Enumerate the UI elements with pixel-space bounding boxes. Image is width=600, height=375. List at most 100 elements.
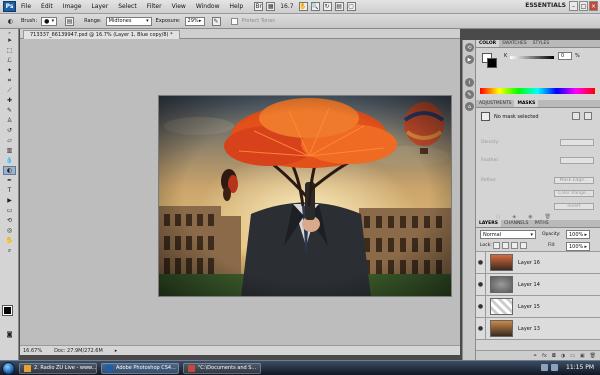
screen-mode-icon[interactable]: ▢ — [346, 2, 356, 11]
menu-view[interactable]: View — [167, 0, 191, 14]
clone-stamp-tool-icon[interactable]: ♙ — [3, 116, 16, 125]
tools-collapse-icon[interactable]: » — [3, 30, 16, 35]
history-panel-icon[interactable]: ⟲ — [465, 43, 474, 52]
blend-mode-select[interactable]: Normal ▾ — [480, 230, 536, 239]
move-tool-icon[interactable]: ➤ — [3, 36, 16, 45]
delete-mask-icon[interactable]: 🗑 — [545, 214, 551, 220]
artwork-image[interactable] — [158, 95, 452, 297]
pixel-mask-icon[interactable] — [572, 112, 580, 120]
menu-file[interactable]: File — [16, 0, 36, 14]
visibility-eye-icon[interactable]: ● — [476, 274, 486, 295]
feather-field[interactable] — [560, 157, 594, 164]
clone-source-panel-icon[interactable]: ⌂ — [465, 102, 474, 111]
blur-tool-icon[interactable]: 💧 — [3, 156, 16, 165]
status-zoom[interactable]: 16.67% — [23, 348, 42, 354]
document-tab[interactable]: 713337_66139947.psd @ 16.7% (Layer 1, Bl… — [23, 30, 180, 39]
eyedropper-tool-icon[interactable]: ⟋ — [3, 86, 16, 95]
actions-panel-icon[interactable]: ▶ — [465, 55, 474, 64]
mask-edge-button[interactable]: Mask Edge... — [554, 177, 594, 184]
menu-help[interactable]: Help — [225, 0, 249, 14]
menu-layer[interactable]: Layer — [86, 0, 113, 14]
menu-edit[interactable]: Edit — [36, 0, 58, 14]
menu-filter[interactable]: Filter — [142, 0, 167, 14]
visibility-eye-icon[interactable]: ● — [476, 296, 486, 317]
lock-all-icon[interactable] — [520, 242, 527, 249]
3d-camera-tool-icon[interactable]: ◎ — [3, 226, 16, 235]
opacity-field[interactable]: 100% ▸ — [566, 230, 590, 239]
brushes-panel-icon[interactable]: ✎ — [465, 90, 474, 99]
zoom-level[interactable]: 16.7 — [280, 3, 293, 10]
new-group-icon[interactable]: ▭ — [570, 353, 575, 359]
hand-tool-icon[interactable]: ✋ — [3, 236, 16, 245]
density-field[interactable] — [560, 139, 594, 146]
lock-transparent-icon[interactable] — [493, 242, 500, 249]
tab-channels[interactable]: CHANNELS — [501, 220, 532, 227]
dodge-tool-icon[interactable]: ◐ — [3, 166, 16, 175]
add-mask-icon[interactable]: ◘ — [552, 353, 556, 359]
fill-field[interactable]: 100% ▸ — [566, 242, 590, 251]
color-panel-background[interactable] — [487, 58, 497, 68]
gradient-tool-icon[interactable]: ▥ — [3, 146, 16, 155]
link-layers-icon[interactable]: ⚭ — [533, 353, 537, 359]
foreground-color-swatch[interactable] — [2, 305, 13, 316]
view-extras-icon[interactable]: ▦ — [266, 2, 276, 11]
canvas-area[interactable] — [20, 39, 460, 345]
k-slider[interactable] — [510, 56, 554, 59]
info-panel-icon[interactable]: i — [465, 78, 474, 87]
range-select[interactable]: Midtones ▾ — [105, 16, 152, 26]
color-range-button[interactable]: Color Range... — [554, 190, 594, 197]
crop-tool-icon[interactable]: ⌗ — [3, 76, 16, 85]
lasso-tool-icon[interactable]: ℒ — [3, 56, 16, 65]
disable-mask-icon[interactable]: ◉ — [528, 214, 532, 220]
tab-adjustments[interactable]: ADJUSTMENTS — [476, 100, 514, 107]
taskbar-item-radio[interactable]: 2. Radio ZU Live - www... — [19, 362, 97, 374]
marquee-tool-icon[interactable]: ⬚ — [3, 46, 16, 55]
zoom-tool-icon[interactable]: 🔍 — [310, 2, 320, 11]
clock[interactable]: 11:15 PM — [566, 364, 594, 371]
load-selection-icon[interactable]: ◌ — [496, 214, 500, 220]
layer-row[interactable]: ● Layer 13 — [476, 318, 600, 340]
workspace-switcher[interactable]: ESSENTIALS — [525, 2, 566, 9]
menu-window[interactable]: Window — [191, 0, 225, 14]
bridge-icon[interactable]: Br — [254, 2, 264, 11]
minimize-button[interactable]: – — [569, 1, 578, 11]
menu-image[interactable]: Image — [58, 0, 87, 14]
k-value-field[interactable]: 0 — [558, 52, 572, 60]
tab-masks[interactable]: MASKS — [514, 100, 539, 107]
airbrush-icon[interactable]: ✎ — [211, 16, 221, 26]
lock-pixels-icon[interactable] — [502, 242, 509, 249]
color-ramp[interactable] — [480, 88, 595, 94]
eraser-tool-icon[interactable]: ▱ — [3, 136, 16, 145]
brush-picker[interactable]: ● ▾ — [41, 16, 58, 26]
volume-icon[interactable] — [551, 364, 558, 371]
taskbar-item-explorer[interactable]: "C:\Documents and S... — [183, 362, 261, 374]
start-button[interactable] — [2, 361, 15, 375]
brush-tool-icon[interactable]: ✎ — [3, 106, 16, 115]
tab-layers[interactable]: LAYERS — [476, 220, 501, 227]
menu-select[interactable]: Select — [113, 0, 142, 14]
protect-tones-checkbox[interactable] — [230, 17, 238, 25]
shape-tool-icon[interactable]: ▭ — [3, 206, 16, 215]
network-icon[interactable] — [541, 364, 548, 371]
apply-mask-icon[interactable]: ◈ — [512, 214, 516, 220]
quick-selection-tool-icon[interactable]: ✦ — [3, 66, 16, 75]
brush-panel-icon[interactable]: ▤ — [65, 16, 75, 26]
arrange-documents-icon[interactable]: ▤ — [334, 2, 344, 11]
layer-style-icon[interactable]: fx — [542, 353, 547, 359]
visibility-eye-icon[interactable]: ● — [476, 252, 486, 273]
type-tool-icon[interactable]: T — [3, 186, 16, 195]
layer-row[interactable]: ● Layer 15 — [476, 296, 600, 318]
healing-brush-tool-icon[interactable]: ✚ — [3, 96, 16, 105]
layer-row[interactable]: ● Layer 16 — [476, 252, 600, 274]
pen-tool-icon[interactable]: ✒ — [3, 176, 16, 185]
hand-tool-icon[interactable]: ✋ — [298, 2, 308, 11]
adjustment-layer-icon[interactable]: ◑ — [561, 353, 565, 359]
lock-position-icon[interactable] — [511, 242, 518, 249]
maximize-button[interactable]: □ — [579, 1, 588, 11]
exposure-input[interactable]: 29% ▸ — [184, 16, 205, 26]
tab-paths[interactable]: PATHS — [532, 220, 552, 227]
dodge-tool-preset-icon[interactable]: ◐ — [4, 17, 17, 26]
history-brush-tool-icon[interactable]: ↺ — [3, 126, 16, 135]
path-selection-tool-icon[interactable]: ▶ — [3, 196, 16, 205]
tab-color[interactable]: COLOR — [476, 40, 500, 47]
